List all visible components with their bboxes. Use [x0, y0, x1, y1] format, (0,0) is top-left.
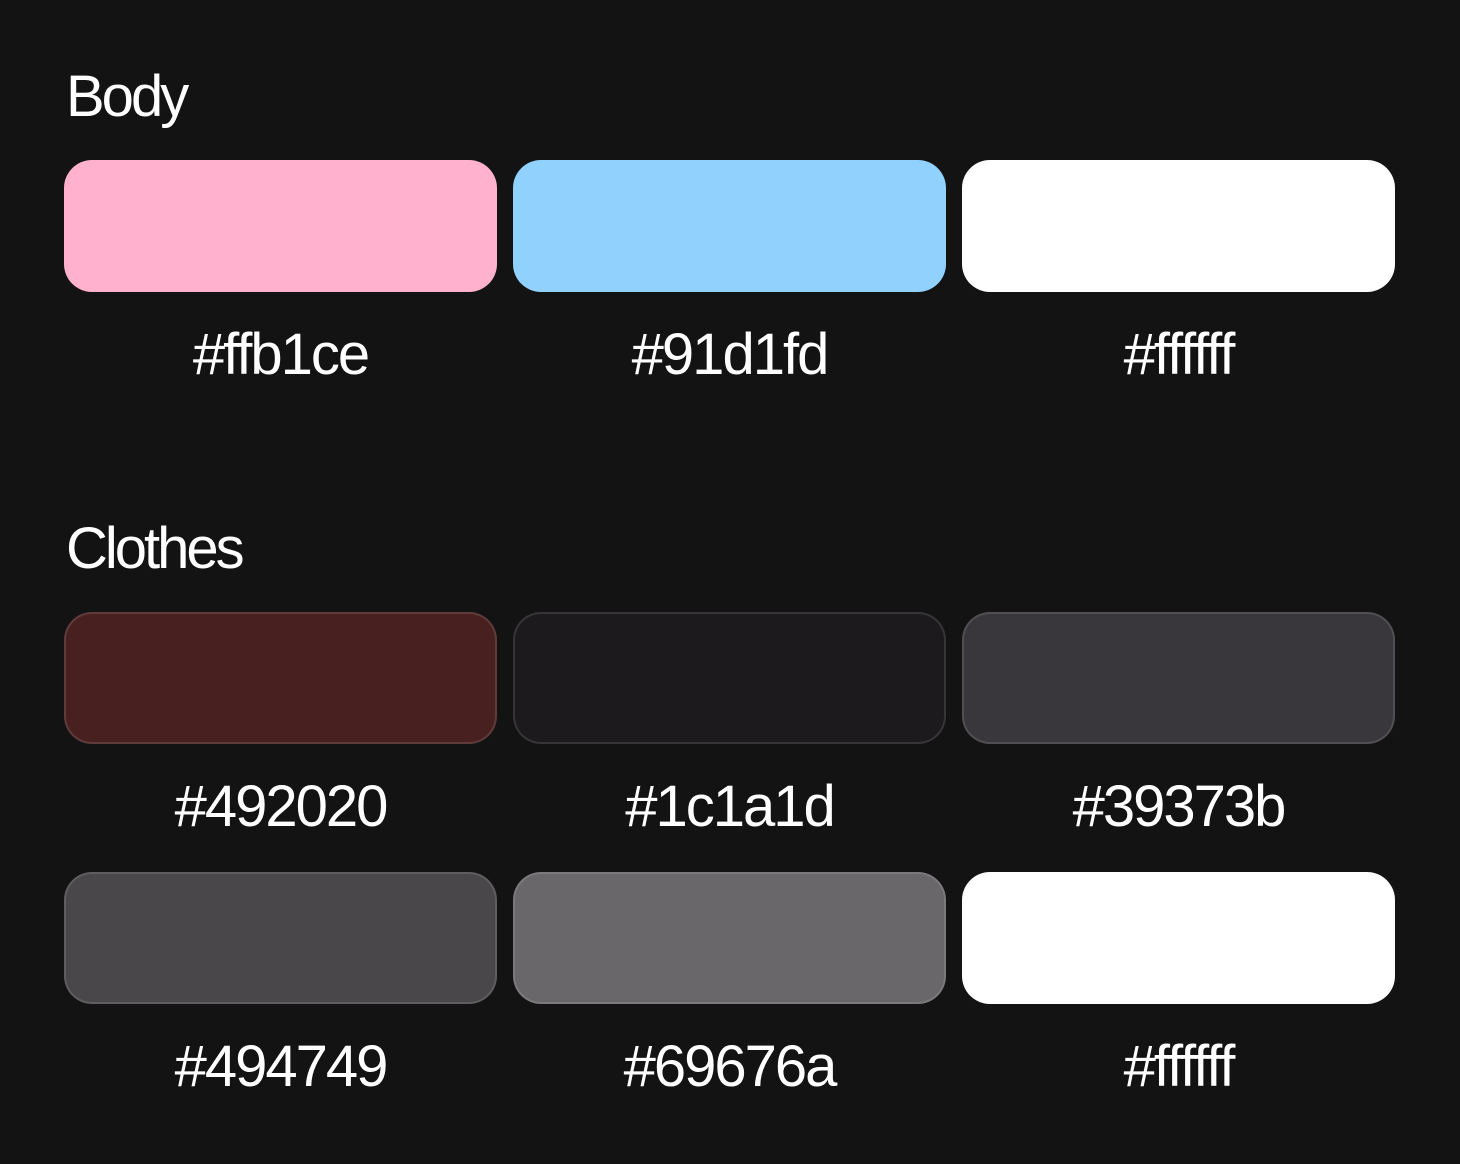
color-swatch-card[interactable]: #39373b — [962, 612, 1395, 872]
color-hex-label: #492020 — [174, 774, 389, 839]
color-swatch-card[interactable]: #91d1fd — [513, 160, 946, 384]
color-swatch[interactable] — [513, 872, 946, 1004]
section-title-body: Body — [66, 64, 189, 129]
color-swatch[interactable] — [962, 612, 1395, 744]
color-hex-label: #ffb1ce — [192, 322, 370, 387]
color-swatch-card[interactable]: #ffffff — [962, 160, 1395, 384]
body-color-grid: #ffb1ce #91d1fd #ffffff — [64, 160, 1396, 384]
color-hex-label: #494749 — [174, 1034, 389, 1099]
color-hex-label: #39373b — [1072, 774, 1287, 839]
color-hex-label: #91d1fd — [631, 322, 830, 387]
color-hex-label: #ffffff — [1123, 322, 1236, 387]
color-hex-label: #1c1a1d — [625, 774, 836, 839]
color-swatch[interactable] — [962, 872, 1395, 1004]
color-hex-label: #69676a — [623, 1034, 838, 1099]
color-swatch-card[interactable]: #494749 — [64, 872, 497, 1132]
color-swatch-card[interactable]: #492020 — [64, 612, 497, 872]
color-swatch[interactable] — [962, 160, 1395, 292]
color-swatch-card[interactable]: #1c1a1d — [513, 612, 946, 872]
color-swatch[interactable] — [64, 160, 497, 292]
color-swatch-card[interactable]: #ffffff — [962, 872, 1395, 1132]
section-title-clothes: Clothes — [66, 516, 245, 581]
color-hex-label: #ffffff — [1123, 1034, 1236, 1099]
color-swatch[interactable] — [64, 872, 497, 1004]
color-swatch[interactable] — [513, 160, 946, 292]
color-swatch[interactable] — [513, 612, 946, 744]
color-swatch-card[interactable]: #ffb1ce — [64, 160, 497, 384]
clothes-color-grid: #492020 #1c1a1d #39373b #494749 #69676a … — [64, 612, 1396, 1132]
color-swatch[interactable] — [64, 612, 497, 744]
color-swatch-card[interactable]: #69676a — [513, 872, 946, 1132]
